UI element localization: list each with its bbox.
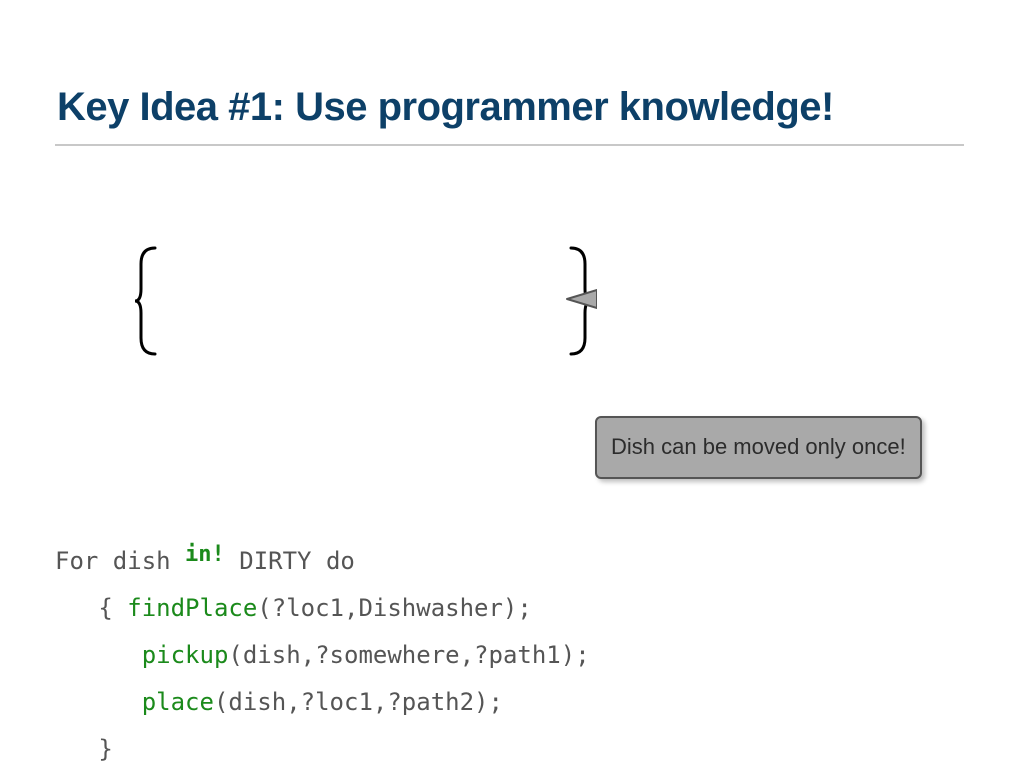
slide: Key Idea #1: Use programmer knowledge! D…	[0, 0, 1024, 768]
highlight-box	[157, 252, 565, 350]
left-brace-icon	[133, 244, 163, 358]
fn-place: place	[142, 688, 214, 716]
fn-pickup: pickup	[142, 641, 229, 669]
keyword-in: in!	[185, 542, 225, 567]
code-text: DIRTY do	[225, 547, 355, 575]
code-text: (dish,?somewhere,?path1);	[228, 641, 589, 669]
code-block: Dish can be moved only once! For dish in…	[55, 164, 964, 768]
code-text: (?loc1,Dishwasher);	[257, 594, 532, 622]
callout-box: Dish can be moved only once!	[595, 416, 922, 479]
callout-tail-icon	[565, 286, 597, 312]
callout-group: Dish can be moved only once!	[595, 276, 922, 573]
fn-findplace: findPlace	[127, 594, 257, 622]
code-text: For dish	[55, 547, 185, 575]
code-text: (dish,?loc1,?path2);	[214, 688, 503, 716]
code-text: }	[55, 735, 113, 763]
code-text	[55, 688, 142, 716]
title-rule	[55, 144, 964, 146]
slide-title: Key Idea #1: Use programmer knowledge!	[57, 85, 964, 130]
code-text: {	[55, 594, 127, 622]
code-text	[55, 641, 142, 669]
